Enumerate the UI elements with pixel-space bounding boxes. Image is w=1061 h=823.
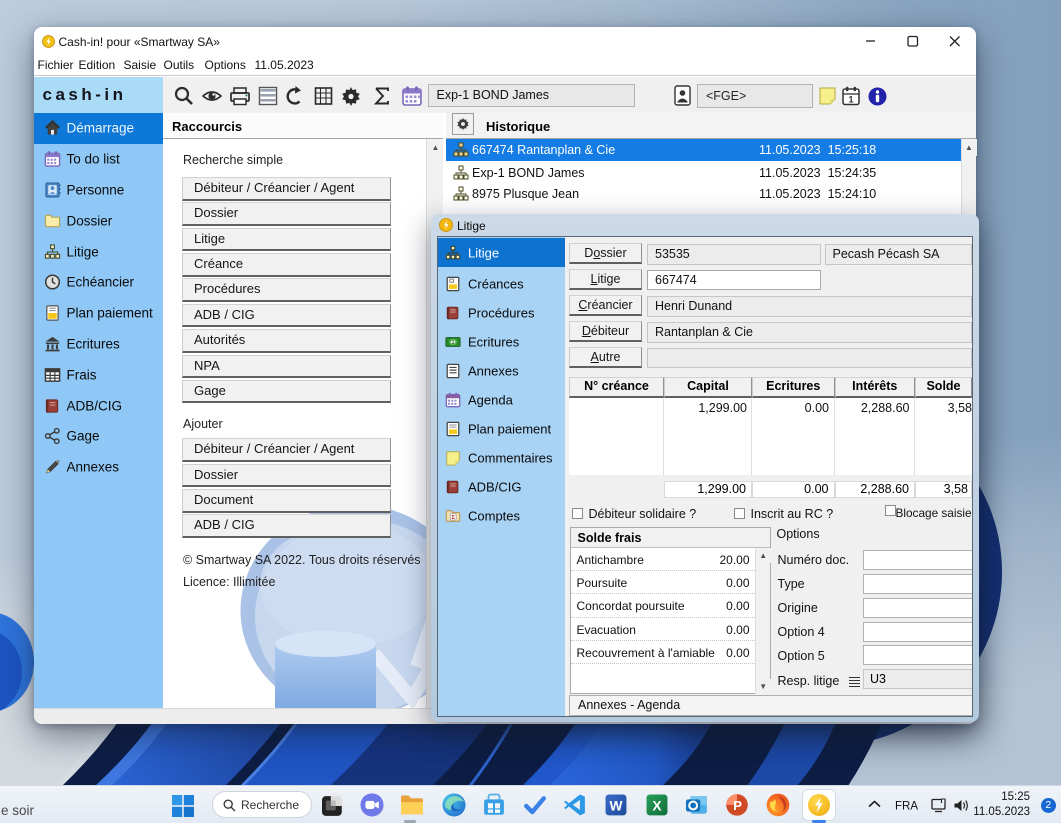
svg-text:W: W <box>610 798 623 813</box>
svg-text:Σ: Σ <box>451 515 455 521</box>
svg-text:X: X <box>652 798 662 813</box>
svg-text:1: 1 <box>848 94 853 104</box>
svg-text:P: P <box>733 798 742 813</box>
svg-text:FRA: FRA <box>895 801 918 813</box>
